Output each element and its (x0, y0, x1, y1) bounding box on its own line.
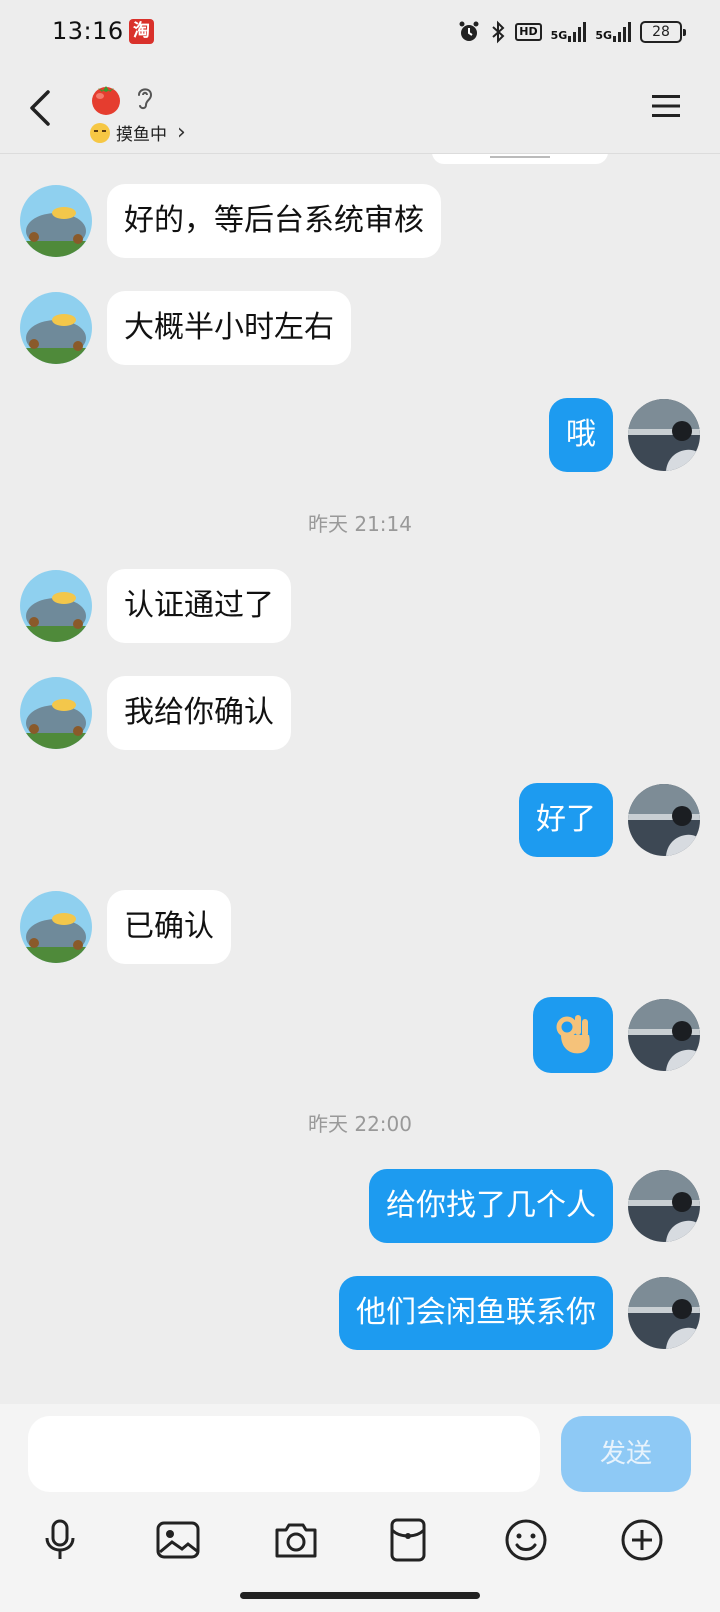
contact-avatar[interactable] (20, 570, 92, 642)
network-type-label: 5G (550, 29, 568, 42)
hd-icon: HD (515, 23, 542, 41)
taobao-notification-icon: 淘 (129, 19, 154, 44)
plus-icon[interactable] (618, 1516, 666, 1564)
menu-icon[interactable] (650, 92, 682, 120)
back-icon[interactable] (22, 86, 62, 130)
message-incoming: 认证通过了 (20, 569, 291, 643)
divider (490, 156, 550, 158)
user-avatar[interactable] (628, 1170, 700, 1242)
input-toolbar (0, 1516, 720, 1576)
contact-avatar[interactable] (20, 185, 92, 257)
contact-avatar[interactable] (20, 677, 92, 749)
battery-icon: 28 (640, 21, 686, 43)
timestamp: 昨天 22:00 (308, 1112, 412, 1136)
bluetooth-icon (492, 20, 505, 44)
send-button[interactable]: 发送 (561, 1416, 691, 1492)
home-indicator[interactable] (240, 1592, 480, 1599)
message-bubble[interactable]: 已确认 (107, 890, 231, 964)
microphone-icon[interactable] (36, 1516, 84, 1564)
message-outgoing: 给你找了几个人 (369, 1169, 700, 1243)
message-input[interactable] (28, 1416, 540, 1492)
sweat-smile-icon (90, 122, 110, 143)
red-packet-icon[interactable] (384, 1516, 432, 1564)
message-bubble[interactable] (533, 997, 613, 1073)
camera-icon[interactable] (272, 1516, 320, 1564)
user-avatar[interactable] (628, 1277, 700, 1349)
alarm-icon (459, 21, 479, 41)
tomato-icon[interactable] (88, 80, 124, 116)
user-avatar[interactable] (628, 999, 700, 1071)
signal-icon-1: 5G (551, 22, 587, 42)
message-outgoing: 他们会闲鱼联系你 (339, 1276, 700, 1350)
chevron-right-icon: › (177, 120, 186, 145)
message-bubble[interactable]: 大概半小时左右 (107, 291, 351, 365)
timestamp: 昨天 21:14 (308, 512, 412, 536)
input-bar: 发送 (0, 1404, 720, 1612)
status-text: 摸鱼中 (116, 125, 167, 145)
message-outgoing: 哦 (549, 398, 700, 472)
message-bubble[interactable]: 哦 (549, 398, 613, 472)
message-bubble[interactable]: 我给你确认 (107, 676, 291, 750)
network-type-label: 5G (595, 29, 612, 42)
message-list[interactable]: 好的，等后台系统审核 大概半小时左右 哦 昨天 21:14 认证通过了 我给你确… (0, 154, 720, 1404)
message-bubble[interactable]: 好的，等后台系统审核 (107, 184, 441, 258)
message-outgoing (533, 997, 700, 1073)
status-bar: 13:16 淘 HD 5G 5G 28 (0, 0, 720, 64)
signal-icon-2: 5G (595, 22, 631, 42)
contact-avatar[interactable] (20, 292, 92, 364)
chat-header: 摸鱼中 › (0, 64, 720, 154)
emoji-icon[interactable] (502, 1516, 550, 1564)
message-bubble[interactable]: 好了 (519, 783, 613, 857)
image-icon[interactable] (154, 1516, 202, 1564)
user-avatar[interactable] (628, 784, 700, 856)
ok-hand-icon (556, 1015, 590, 1054)
message-incoming: 好的，等后台系统审核 (20, 184, 441, 258)
message-outgoing: 好了 (519, 783, 700, 857)
contact-avatar[interactable] (20, 891, 92, 963)
message-bubble[interactable]: 认证通过了 (107, 569, 291, 643)
message-incoming: 我给你确认 (20, 676, 291, 750)
message-incoming: 已确认 (20, 890, 231, 964)
message-bubble[interactable]: 给你找了几个人 (369, 1169, 613, 1243)
contact-status[interactable]: 摸鱼中 › (90, 120, 186, 145)
message-bubble[interactable]: 他们会闲鱼联系你 (339, 1276, 613, 1350)
user-avatar[interactable] (628, 399, 700, 471)
status-time: 13:16 (52, 17, 124, 45)
status-icons: HD 5G 5G 28 (457, 18, 686, 46)
ear-icon (138, 88, 153, 110)
message-incoming: 大概半小时左右 (20, 291, 351, 365)
